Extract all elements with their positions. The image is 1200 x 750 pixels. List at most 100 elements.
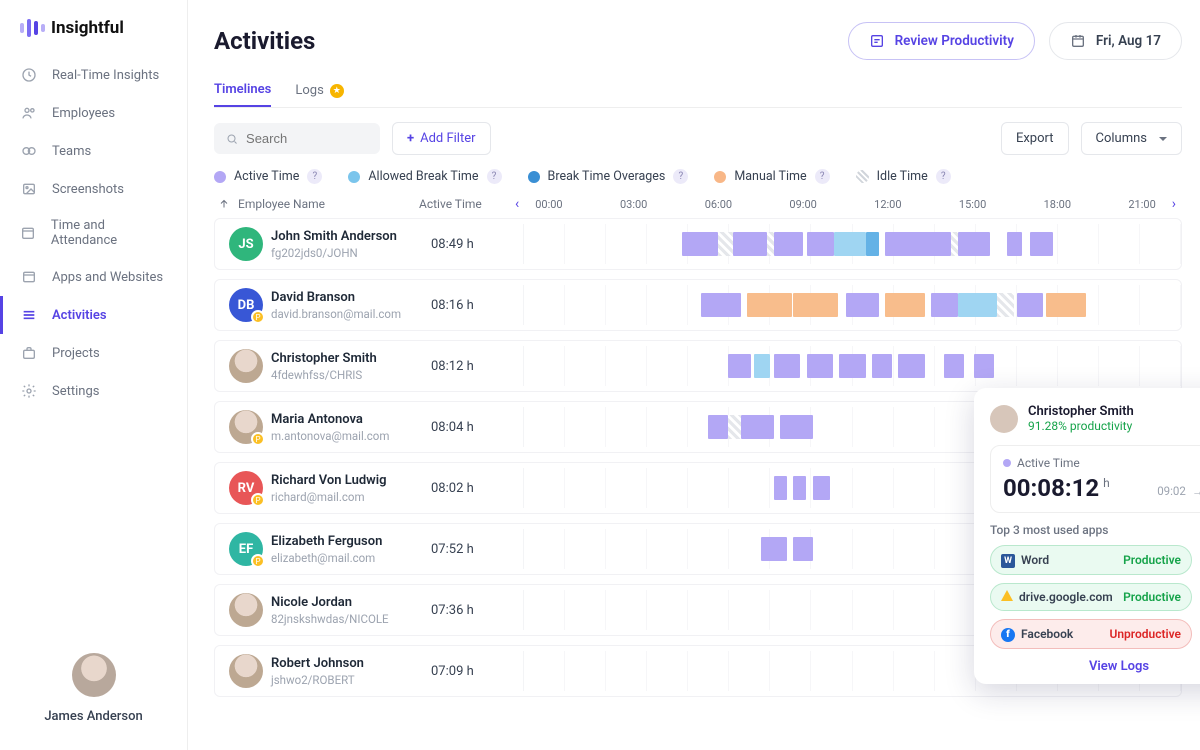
- sidebar-item-activities[interactable]: Activities: [0, 296, 187, 334]
- brand-name: Insightful: [51, 18, 124, 38]
- avatar: [229, 349, 263, 383]
- activity-popover: Christopher Smith 91.28% productivity Ac…: [974, 388, 1200, 684]
- sidebar-item-time-and-attendance[interactable]: Time and Attendance: [0, 208, 187, 258]
- timeline-segment[interactable]: [1007, 232, 1022, 256]
- page-title: Activities: [214, 27, 315, 55]
- date-picker-button[interactable]: Fri, Aug 17: [1049, 22, 1182, 60]
- popover-apps: Top 3 most used apps WWordProductive06:4…: [990, 523, 1200, 649]
- view-logs-button[interactable]: View Logs: [990, 659, 1200, 674]
- timeline-segment[interactable]: [807, 354, 833, 378]
- app-row: drive.google.comProductive00:59h: [990, 583, 1200, 611]
- timeline-segment[interactable]: [793, 476, 806, 500]
- app-chip[interactable]: drive.google.comProductive: [990, 583, 1192, 611]
- add-filter-button[interactable]: + Add Filter: [392, 122, 491, 155]
- main-content: Activities Review Productivity Fri, Aug …: [188, 0, 1200, 750]
- star-badge-icon: ★: [330, 84, 344, 98]
- sidebar-item-projects[interactable]: Projects: [0, 334, 187, 372]
- sidebar-item-label: Teams: [52, 144, 91, 159]
- timeline-segment[interactable]: [761, 537, 787, 561]
- tabs: Timelines Logs★: [214, 74, 1182, 108]
- timeline-segment[interactable]: [839, 354, 865, 378]
- current-user[interactable]: James Anderson: [0, 643, 187, 734]
- popover-avatar: [990, 405, 1018, 433]
- timeline-segment[interactable]: [885, 232, 951, 256]
- timeline-segment[interactable]: [747, 293, 792, 317]
- sidebar-item-apps-and-websites[interactable]: Apps and Websites: [0, 258, 187, 296]
- timeline-segment[interactable]: [866, 232, 879, 256]
- timeline-segment[interactable]: [958, 232, 991, 256]
- timeline-segment[interactable]: [958, 293, 997, 317]
- scroll-left-button[interactable]: ‹: [509, 196, 525, 212]
- timeline-segment[interactable]: [846, 293, 879, 317]
- legend-active-time: Active Time?: [214, 169, 322, 184]
- case-icon: [20, 344, 38, 362]
- timeline-segment[interactable]: [774, 354, 800, 378]
- help-icon[interactable]: ?: [815, 169, 830, 184]
- app-chip[interactable]: WWordProductive: [990, 545, 1192, 575]
- timeline-segment[interactable]: [767, 232, 774, 256]
- help-icon[interactable]: ?: [673, 169, 688, 184]
- sidebar-item-employees[interactable]: Employees: [0, 94, 187, 132]
- pin-badge-icon: P: [251, 493, 265, 507]
- pin-badge-icon: P: [251, 432, 265, 446]
- hour-label: 21:00: [1128, 198, 1155, 211]
- tab-logs[interactable]: Logs★: [295, 74, 343, 107]
- col-employee[interactable]: Employee Name: [214, 197, 419, 211]
- popover-time-range: 09:02→17:14: [1157, 484, 1200, 498]
- timeline-segment[interactable]: [898, 354, 924, 378]
- sidebar-item-real-time-insights[interactable]: Real-Time Insights: [0, 56, 187, 94]
- timeline-segment[interactable]: [780, 415, 813, 439]
- timeline-segment[interactable]: [1030, 232, 1053, 256]
- timeline-segment[interactable]: [708, 415, 728, 439]
- review-icon: [869, 33, 885, 49]
- review-productivity-button[interactable]: Review Productivity: [848, 22, 1035, 60]
- help-icon[interactable]: ?: [487, 169, 502, 184]
- timeline-segment[interactable]: [793, 293, 838, 317]
- timeline-segment[interactable]: [872, 354, 892, 378]
- timeline-segment[interactable]: [718, 232, 732, 256]
- table-row[interactable]: DBPDavid Bransondavid.branson@mail.com08…: [214, 279, 1182, 331]
- timeline-segment[interactable]: [701, 293, 740, 317]
- col-active[interactable]: Active Time: [419, 197, 509, 211]
- timeline-segment[interactable]: [728, 354, 751, 378]
- hour-label: 09:00: [789, 198, 816, 211]
- timeline-segment[interactable]: [774, 232, 803, 256]
- timeline-segment[interactable]: [682, 232, 719, 256]
- bars-icon: [20, 306, 38, 324]
- timeline-segment[interactable]: [793, 537, 813, 561]
- timeline-segment[interactable]: [997, 293, 1014, 317]
- timeline-segment[interactable]: [1046, 293, 1085, 317]
- export-button[interactable]: Export: [1001, 122, 1069, 155]
- timeline-segment[interactable]: [944, 354, 964, 378]
- timeline-segment[interactable]: [951, 232, 958, 256]
- pin-badge-icon: P: [251, 554, 265, 568]
- sidebar-item-screenshots[interactable]: Screenshots: [0, 170, 187, 208]
- timeline-segment[interactable]: [974, 354, 994, 378]
- help-icon[interactable]: ?: [936, 169, 951, 184]
- sidebar-item-settings[interactable]: Settings: [0, 372, 187, 410]
- timeline-segment[interactable]: [774, 476, 787, 500]
- scroll-right-button[interactable]: ›: [1166, 196, 1182, 212]
- timeline-segment[interactable]: [813, 476, 829, 500]
- app-chip[interactable]: fFacebookUnproductive: [990, 619, 1192, 649]
- timeline-segment[interactable]: [733, 232, 767, 256]
- timeline-segment[interactable]: [754, 354, 770, 378]
- legend-swatch: [348, 171, 360, 183]
- user-avatar: [72, 653, 116, 697]
- timeline-segment[interactable]: [728, 415, 741, 439]
- table-row[interactable]: Christopher Smith4fdewhfss/CHRIS08:12 h: [214, 340, 1182, 392]
- sidebar: Insightful Real-Time InsightsEmployees Te…: [0, 0, 188, 750]
- timeline-segment[interactable]: [741, 415, 774, 439]
- timeline-segment[interactable]: [1017, 293, 1043, 317]
- timeline-segment[interactable]: [931, 293, 957, 317]
- timeline-segment[interactable]: [834, 232, 866, 256]
- search-input[interactable]: [214, 123, 380, 154]
- timeline-segment[interactable]: [807, 232, 835, 256]
- tab-timelines[interactable]: Timelines: [214, 74, 271, 107]
- help-icon[interactable]: ?: [307, 169, 322, 184]
- popover-dot-icon: [1003, 459, 1011, 467]
- table-row[interactable]: JSJohn Smith Andersonfg202jds0/JOHN08:49…: [214, 218, 1182, 270]
- timeline-segment[interactable]: [885, 293, 924, 317]
- sidebar-item-teams[interactable]: Teams: [0, 132, 187, 170]
- columns-button[interactable]: Columns: [1081, 122, 1183, 155]
